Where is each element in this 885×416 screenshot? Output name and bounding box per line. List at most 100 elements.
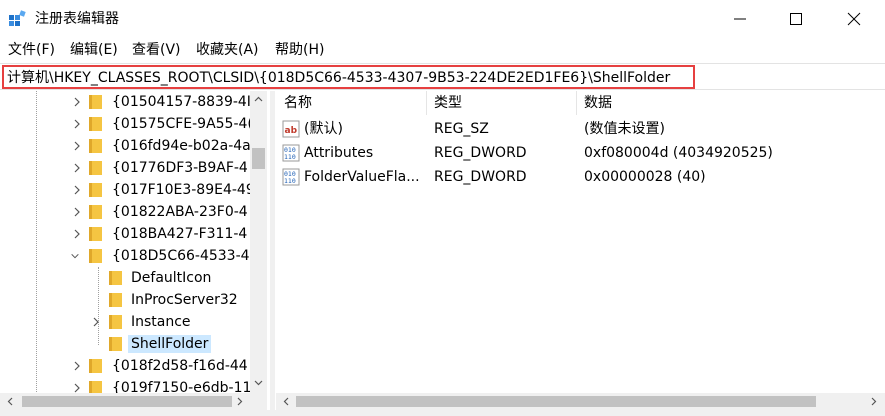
menu-help[interactable]: 帮助(H) bbox=[275, 41, 324, 59]
tree-item[interactable]: {016fd94e-b02a-4a bbox=[0, 135, 251, 157]
address-path: 计算机\HKEY_CLASSES_ROOT\CLSID\{018D5C66-45… bbox=[7, 70, 671, 86]
value-row[interactable]: 010 110 FolderValueFla... REG_DWORD 0x00… bbox=[276, 165, 885, 189]
tree-item[interactable]: DefaultIcon bbox=[0, 267, 250, 289]
tree-item-label: {018D5C66-4533-4 bbox=[112, 248, 250, 264]
tree-item-label: DefaultIcon bbox=[131, 270, 212, 286]
close-icon bbox=[847, 12, 861, 26]
column-header-type[interactable]: 类型 bbox=[434, 93, 462, 113]
value-type: REG_SZ bbox=[434, 121, 489, 137]
value-data: (数值未设置) bbox=[584, 121, 665, 137]
binary-value-icon: 010 110 bbox=[282, 168, 300, 186]
scroll-down-icon[interactable] bbox=[253, 377, 264, 388]
pane-splitter[interactable] bbox=[270, 91, 275, 416]
menu-favorites[interactable]: 收藏夹(A) bbox=[196, 41, 259, 59]
folder-icon bbox=[109, 271, 122, 285]
column-header-name[interactable]: 名称 bbox=[284, 93, 312, 113]
scroll-thumb[interactable] bbox=[22, 396, 232, 407]
folder-icon bbox=[89, 183, 102, 197]
scroll-up-icon[interactable] bbox=[253, 94, 264, 105]
tree-item-label: {01504157-8839-4I bbox=[112, 94, 251, 110]
scroll-left-icon[interactable] bbox=[281, 396, 292, 407]
key-tree: {01504157-8839-4I {01575CFE-9A55-4( {016… bbox=[0, 91, 270, 416]
tree-item-label: {01822ABA-23F0-4 bbox=[112, 204, 248, 220]
folder-icon bbox=[89, 161, 102, 175]
tree-item-label: InProcServer32 bbox=[131, 292, 238, 308]
maximize-button[interactable] bbox=[767, 0, 825, 38]
scroll-right-icon[interactable] bbox=[868, 396, 879, 407]
folder-icon bbox=[89, 117, 102, 131]
menu-edit[interactable]: 编辑(E) bbox=[70, 41, 118, 59]
chevron-right-icon[interactable] bbox=[72, 360, 82, 372]
tree-item[interactable]: {01776DF3-B9AF-4 bbox=[0, 157, 250, 179]
folder-open-icon bbox=[89, 249, 102, 263]
menu-bar: 文件(F) 编辑(E) 查看(V) 收藏夹(A) 帮助(H) bbox=[0, 38, 885, 62]
column-separator[interactable] bbox=[426, 91, 427, 115]
menu-file[interactable]: 文件(F) bbox=[8, 41, 55, 59]
chevron-down-icon[interactable] bbox=[70, 250, 80, 262]
column-separator[interactable] bbox=[576, 91, 577, 115]
value-name: Attributes bbox=[304, 145, 374, 161]
binary-value-icon: 010 110 bbox=[282, 144, 300, 162]
address-input[interactable]: 计算机\HKEY_CLASSES_ROOT\CLSID\{018D5C66-45… bbox=[2, 65, 695, 89]
address-bar: 计算机\HKEY_CLASSES_ROOT\CLSID\{018D5C66-45… bbox=[0, 63, 885, 90]
value-type: REG_DWORD bbox=[434, 169, 527, 185]
tree-item[interactable]: Instance bbox=[0, 311, 250, 333]
tree-item-expanded[interactable]: {018D5C66-4533-4 bbox=[0, 245, 250, 267]
tree-item[interactable]: {01822ABA-23F0-4 bbox=[0, 201, 250, 223]
value-name: (默认) bbox=[304, 121, 343, 137]
column-header-data[interactable]: 数据 bbox=[584, 93, 612, 113]
tree-item-label: {01776DF3-B9AF-4 bbox=[112, 160, 248, 176]
chevron-right-icon[interactable] bbox=[91, 316, 101, 328]
scroll-right-icon[interactable] bbox=[234, 396, 245, 407]
tree-item-label: {016fd94e-b02a-4a bbox=[112, 138, 251, 154]
svg-text:ab: ab bbox=[285, 126, 298, 136]
chevron-right-icon[interactable] bbox=[72, 140, 82, 152]
tree-horizontal-scrollbar[interactable] bbox=[0, 393, 250, 410]
values-horizontal-scrollbar[interactable] bbox=[276, 393, 885, 410]
tree-item[interactable]: InProcServer32 bbox=[0, 289, 250, 311]
tree-vertical-scrollbar[interactable] bbox=[250, 91, 267, 393]
window-title: 注册表编辑器 bbox=[35, 11, 119, 27]
close-button[interactable] bbox=[825, 0, 883, 38]
scroll-thumb[interactable] bbox=[252, 148, 265, 169]
folder-icon bbox=[89, 95, 102, 109]
folder-icon bbox=[109, 337, 122, 351]
value-row[interactable]: 010 110 Attributes REG_DWORD 0xf080004d … bbox=[276, 141, 885, 165]
chevron-right-icon[interactable] bbox=[72, 228, 82, 240]
value-type: REG_DWORD bbox=[434, 145, 527, 161]
registry-editor-icon bbox=[9, 10, 26, 26]
chevron-right-icon[interactable] bbox=[72, 184, 82, 196]
tree-item[interactable]: {018BA427-F311-4 bbox=[0, 223, 250, 245]
chevron-right-icon[interactable] bbox=[72, 162, 82, 174]
menu-view[interactable]: 查看(V) bbox=[132, 41, 181, 59]
maximize-icon bbox=[790, 13, 802, 25]
status-strip bbox=[0, 410, 885, 416]
tree-item-selected[interactable]: ShellFolder bbox=[0, 333, 250, 355]
folder-icon bbox=[109, 315, 122, 329]
value-data: 0x00000028 (40) bbox=[584, 169, 706, 185]
folder-icon bbox=[109, 293, 122, 307]
value-data: 0xf080004d (4034920525) bbox=[584, 145, 773, 161]
tree-item-label: {017F10E3-89E4-49 bbox=[112, 182, 255, 198]
minimize-icon bbox=[734, 18, 746, 20]
minimize-button[interactable] bbox=[711, 0, 769, 38]
chevron-right-icon[interactable] bbox=[72, 118, 82, 130]
folder-icon bbox=[89, 227, 102, 241]
scroll-thumb[interactable] bbox=[296, 396, 816, 407]
scrollbar-corner bbox=[250, 393, 267, 410]
tree-item[interactable]: {01504157-8839-4I bbox=[0, 91, 251, 113]
folder-icon bbox=[89, 359, 102, 373]
chevron-right-icon[interactable] bbox=[72, 96, 82, 108]
tree-item-label: ShellFolder bbox=[128, 335, 212, 353]
value-name: FolderValueFla... bbox=[304, 169, 420, 185]
tree-item[interactable]: {017F10E3-89E4-49 bbox=[0, 179, 255, 201]
svg-text:110: 110 bbox=[284, 177, 296, 185]
tree-item-label: {01575CFE-9A55-4( bbox=[112, 116, 253, 132]
tree-item-label: {018BA427-F311-4 bbox=[112, 226, 248, 242]
tree-item[interactable]: {01575CFE-9A55-4( bbox=[0, 113, 253, 135]
title-bar: 注册表编辑器 bbox=[0, 0, 885, 38]
value-row[interactable]: ab (默认) REG_SZ (数值未设置) bbox=[276, 117, 885, 141]
tree-item[interactable]: {018f2d58-f16d-44 bbox=[0, 355, 250, 377]
chevron-right-icon[interactable] bbox=[72, 206, 82, 218]
scroll-left-icon[interactable] bbox=[5, 396, 16, 407]
